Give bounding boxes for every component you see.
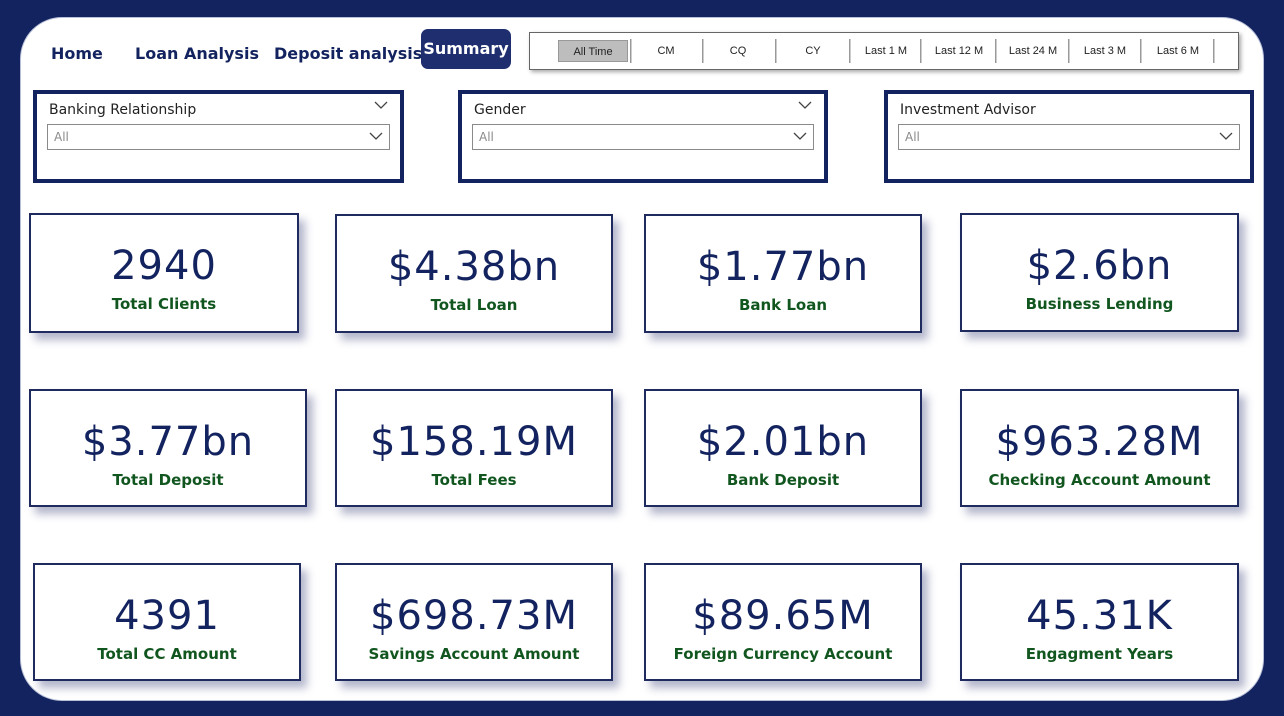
chevron-down-icon [793, 132, 807, 140]
filter-title: Gender [474, 102, 526, 118]
slicer-divider [1068, 39, 1070, 63]
nav-loan-analysis[interactable]: Loan Analysis [135, 44, 259, 63]
slicer-divider [702, 39, 704, 63]
nav-summary[interactable]: Summary [421, 29, 511, 69]
kpi-label: Engagment Years [1025, 645, 1174, 663]
chevron-down-icon [369, 132, 383, 140]
nav-deposit-analysis[interactable]: Deposit analysis [274, 44, 422, 63]
filter-dropdown[interactable]: All [472, 124, 814, 150]
slicer-last-6m[interactable]: Last 6 M [1146, 40, 1210, 62]
kpi-value: $4.38bn [387, 244, 561, 290]
filter-value: All [479, 130, 494, 144]
slicer-divider [1213, 39, 1215, 63]
kpi-card-bank-deposit: $2.01bn Bank Deposit [644, 389, 922, 507]
kpi-label: Business Lending [1025, 295, 1174, 313]
kpi-value: $2.01bn [696, 419, 870, 465]
kpi-card-total-clients: 2940 Total Clients [29, 213, 299, 333]
slicer-last-12m[interactable]: Last 12 M [926, 40, 992, 62]
kpi-label: Total CC Amount [97, 645, 237, 663]
filter-investment-advisor: Investment Advisor All [884, 90, 1254, 183]
kpi-card-total-deposit: $3.77bn Total Deposit [29, 389, 307, 507]
nav-home[interactable]: Home [51, 44, 103, 63]
time-period-slicer: All Time CM CQ CY Last 1 M Last 12 M Las… [529, 32, 1239, 70]
kpi-value: 4391 [114, 593, 220, 639]
slicer-all-time[interactable]: All Time [558, 40, 628, 62]
kpi-value: $1.77bn [696, 244, 870, 290]
slicer-last-1m[interactable]: Last 1 M [855, 40, 917, 62]
kpi-label: Foreign Currency Account [673, 645, 893, 663]
kpi-label: Total Deposit [112, 471, 224, 489]
filter-banking-relationship: Banking Relationship All [33, 90, 404, 183]
filter-dropdown[interactable]: All [898, 124, 1240, 150]
kpi-label: Total Clients [111, 295, 217, 313]
filter-gender: Gender All [458, 90, 828, 183]
slicer-divider [849, 39, 851, 63]
kpi-value: $89.65M [692, 593, 874, 639]
kpi-card-total-cc-amount: 4391 Total CC Amount [33, 563, 301, 681]
kpi-card-total-loan: $4.38bn Total Loan [335, 214, 613, 333]
dashboard-panel: Home Loan Analysis Deposit analysis Summ… [20, 17, 1264, 701]
kpi-value: $3.77bn [81, 419, 255, 465]
kpi-value: $158.19M [370, 419, 578, 465]
slicer-last-3m[interactable]: Last 3 M [1074, 40, 1136, 62]
slicer-divider [1140, 39, 1142, 63]
filter-value: All [54, 130, 69, 144]
filter-value: All [905, 130, 920, 144]
kpi-label: Bank Loan [738, 296, 828, 314]
kpi-value: 2940 [111, 243, 217, 289]
chevron-down-icon[interactable] [374, 100, 388, 110]
kpi-label: Bank Deposit [726, 471, 840, 489]
slicer-cq[interactable]: CQ [710, 40, 766, 62]
kpi-card-savings-account: $698.73M Savings Account Amount [335, 563, 613, 681]
kpi-card-business-lending: $2.6bn Business Lending [960, 213, 1239, 332]
kpi-label: Total Loan [430, 296, 518, 314]
slicer-divider [775, 39, 777, 63]
kpi-label: Checking Account Amount [988, 471, 1211, 489]
filter-title: Banking Relationship [49, 102, 197, 118]
kpi-card-engagement-years: 45.31K Engagment Years [960, 563, 1239, 681]
filter-title: Investment Advisor [900, 102, 1036, 118]
chevron-down-icon[interactable] [798, 100, 812, 110]
kpi-value: $2.6bn [1026, 243, 1173, 289]
filter-dropdown[interactable]: All [47, 124, 390, 150]
chevron-down-icon [1219, 132, 1233, 140]
kpi-card-total-fees: $158.19M Total Fees [335, 389, 613, 507]
slicer-divider [920, 39, 922, 63]
kpi-card-bank-loan: $1.77bn Bank Loan [644, 214, 922, 333]
kpi-label: Total Fees [431, 471, 517, 489]
slicer-cm[interactable]: CM [638, 40, 694, 62]
kpi-card-checking-account: $963.28M Checking Account Amount [960, 389, 1239, 507]
slicer-divider [995, 39, 997, 63]
slicer-cy[interactable]: CY [783, 40, 843, 62]
kpi-value: $963.28M [995, 419, 1204, 465]
kpi-label: Savings Account Amount [368, 645, 580, 663]
slicer-divider [630, 39, 632, 63]
slicer-last-24m[interactable]: Last 24 M [1000, 40, 1066, 62]
kpi-card-foreign-currency: $89.65M Foreign Currency Account [644, 563, 922, 681]
kpi-value: 45.31K [1026, 593, 1173, 639]
kpi-value: $698.73M [370, 593, 578, 639]
